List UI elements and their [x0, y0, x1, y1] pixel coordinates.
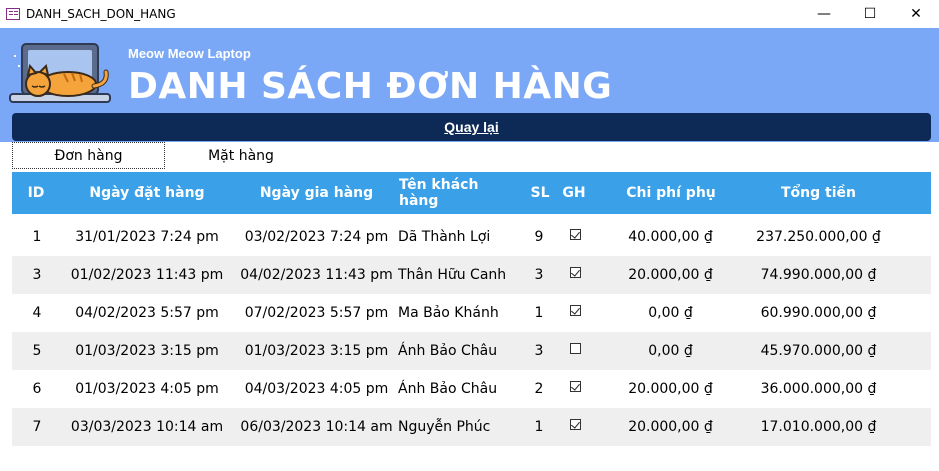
checkbox-checked[interactable]: [569, 381, 581, 392]
cell-total[interactable]: 45.970.000,00 ₫: [752, 332, 885, 370]
cell-extra-fee[interactable]: 20.000,00 ₫: [612, 408, 729, 446]
cell-qty[interactable]: 1: [528, 294, 550, 332]
column-header-total[interactable]: Tổng tiền: [752, 172, 885, 214]
cell-customer[interactable]: Nguyễn Phúc: [398, 408, 528, 446]
cell-customer[interactable]: Ánh Bảo Châu: [398, 332, 528, 370]
table-row[interactable]: 7 03/03/2023 10:14 am 06/03/2023 10:14 am N…: [12, 408, 931, 446]
cell-extra-fee[interactable]: 20.000,00 ₫: [612, 256, 729, 294]
table-row[interactable]: 1 31/01/2023 7:24 pm 03/02/2023 7:24 pm Dã …: [12, 218, 931, 256]
cell-qty[interactable]: 3: [528, 332, 550, 370]
cell-delivery-date[interactable]: 07/02/2023 5:57 pm: [234, 294, 399, 332]
cell-total[interactable]: 60.990.000,00 ₫: [752, 294, 885, 332]
cell-delivered: [560, 218, 590, 256]
tab-bar: Đơn hàng Mặt hàng: [0, 142, 939, 170]
cell-id[interactable]: 4: [12, 294, 62, 332]
cell-customer[interactable]: Thân Hữu Canh: [398, 256, 528, 294]
cell-qty[interactable]: 3: [528, 256, 550, 294]
cell-extra-fee[interactable]: 20.000,00 ₫: [612, 370, 729, 408]
cell-customer[interactable]: Ma Bảo Khánh: [398, 294, 528, 332]
cell-delivery-date[interactable]: 06/03/2023 10:14 am: [234, 408, 399, 446]
window-controls: — ☐ ✕: [801, 0, 939, 28]
tab-orders[interactable]: Đơn hàng: [12, 142, 165, 169]
cell-delivered: [560, 332, 590, 370]
minimize-button[interactable]: —: [801, 0, 847, 28]
window-title: DANH_SACH_DON_HANG: [26, 7, 176, 21]
column-header-qty[interactable]: SL: [528, 172, 552, 214]
orders-table: ID Ngày đặt hàng Ngày gia hàng Tên khách…: [12, 172, 931, 471]
cell-delivery-date[interactable]: 03/02/2023 7:24 pm: [234, 218, 399, 256]
cell-id[interactable]: 5: [12, 332, 62, 370]
cell-order-date[interactable]: 03/03/2023 10:14 am: [60, 408, 234, 446]
cell-delivery-date[interactable]: 01/03/2023 3:15 pm: [234, 332, 399, 370]
cell-id[interactable]: 1: [12, 218, 62, 256]
cell-delivered: [560, 294, 590, 332]
column-header-delivery-date[interactable]: Ngày gia hàng: [234, 172, 399, 214]
back-button-row: Quay lại: [0, 112, 939, 142]
column-header-order-date[interactable]: Ngày đặt hàng: [60, 172, 234, 214]
cell-customer[interactable]: Dã Thành Lợi: [398, 218, 528, 256]
cell-delivered: [560, 370, 590, 408]
cell-order-date[interactable]: 01/03/2023 3:15 pm: [60, 332, 234, 370]
cell-total[interactable]: 17.010.000,00 ₫: [752, 408, 885, 446]
page-title: DANH SÁCH ĐƠN HÀNG: [128, 66, 613, 107]
tab-items[interactable]: Mặt hàng: [166, 142, 316, 169]
column-header-extra-fee[interactable]: Chi phí phụ: [612, 172, 730, 214]
cell-order-date[interactable]: 31/01/2023 7:24 pm: [60, 218, 234, 256]
cat-on-laptop-icon: [9, 43, 111, 103]
back-button[interactable]: Quay lại: [12, 113, 931, 141]
cell-order-date[interactable]: 01/03/2023 4:05 pm: [60, 370, 234, 408]
cell-extra-fee[interactable]: 40.000,00 ₫: [612, 218, 729, 256]
cell-order-date[interactable]: 01/02/2023 11:43 pm: [60, 256, 234, 294]
checkbox-checked[interactable]: [569, 419, 581, 430]
cell-delivered: [560, 408, 590, 446]
cell-extra-fee[interactable]: 0,00 ₫: [612, 294, 729, 332]
cell-extra-fee[interactable]: 0,00 ₫: [612, 332, 729, 370]
access-form-icon: [6, 8, 20, 20]
cell-id[interactable]: 3: [12, 256, 62, 294]
table-row[interactable]: 6 01/03/2023 4:05 pm 04/03/2023 4:05 pm Ánh…: [12, 370, 931, 408]
cell-id[interactable]: 7: [12, 408, 62, 446]
cell-customer[interactable]: Ánh Bảo Châu: [398, 370, 528, 408]
column-header-delivered[interactable]: GH: [558, 172, 590, 214]
table-row[interactable]: 4 04/02/2023 5:57 pm 07/02/2023 5:57 pm Ma …: [12, 294, 931, 332]
cell-total[interactable]: 74.990.000,00 ₫: [752, 256, 885, 294]
checkbox-unchecked[interactable]: [569, 343, 581, 354]
page-header: Meow Meow Laptop DANH SÁCH ĐƠN HÀNG: [0, 28, 939, 112]
cell-delivery-date[interactable]: 04/03/2023 4:05 pm: [234, 370, 399, 408]
cell-total[interactable]: 237.250.000,00 ₫: [752, 218, 885, 256]
cell-total[interactable]: 36.000.000,00 ₫: [752, 370, 885, 408]
cell-id[interactable]: 6: [12, 370, 62, 408]
column-header-id[interactable]: ID: [12, 172, 60, 214]
cell-qty[interactable]: 1: [528, 408, 550, 446]
close-button[interactable]: ✕: [893, 0, 939, 28]
cell-delivered: [560, 256, 590, 294]
checkbox-checked[interactable]: [569, 267, 581, 278]
column-header-customer[interactable]: Tên khách hàng: [399, 172, 506, 214]
table-header: ID Ngày đặt hàng Ngày gia hàng Tên khách…: [12, 172, 931, 214]
checkbox-checked[interactable]: [569, 305, 581, 316]
brand-name: Meow Meow Laptop: [128, 46, 251, 61]
cell-delivery-date[interactable]: 04/02/2023 11:43 pm: [234, 256, 399, 294]
table-row[interactable]: 5 01/03/2023 3:15 pm 01/03/2023 3:15 pm Ánh…: [12, 332, 931, 370]
cell-qty[interactable]: 9: [528, 218, 550, 256]
cell-qty[interactable]: 2: [528, 370, 550, 408]
table-row[interactable]: 3 01/02/2023 11:43 pm 04/02/2023 11:43 pm T…: [12, 256, 931, 294]
window-titlebar: DANH_SACH_DON_HANG — ☐ ✕: [0, 0, 939, 28]
maximize-button[interactable]: ☐: [847, 0, 893, 28]
cell-order-date[interactable]: 04/02/2023 5:57 pm: [60, 294, 234, 332]
table-scrollbar[interactable]: [931, 172, 939, 471]
checkbox-checked[interactable]: [569, 229, 581, 240]
